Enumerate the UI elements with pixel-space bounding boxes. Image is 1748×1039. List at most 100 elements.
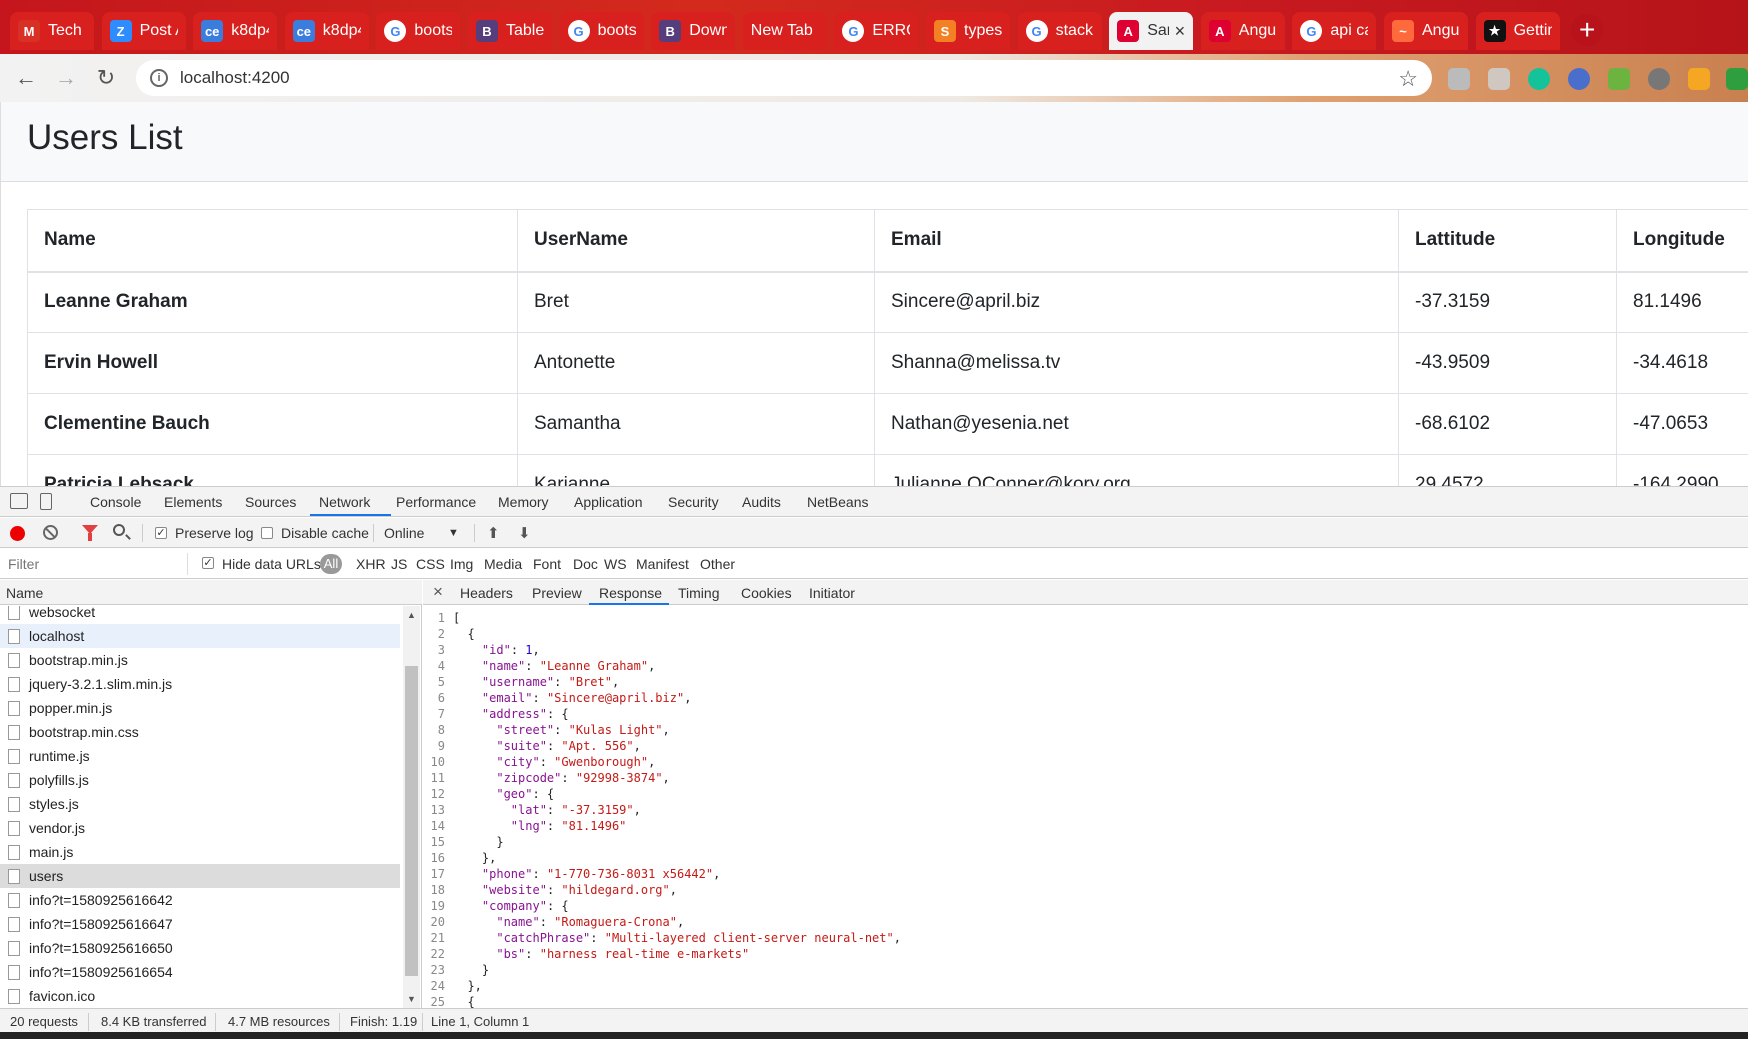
back-button[interactable]: ← — [10, 62, 42, 94]
browser-tab[interactable]: G ERROR — [834, 12, 919, 50]
browser-tab[interactable]: ce k8dp4 — [193, 12, 278, 50]
browser-tab[interactable]: Gbootst — [559, 12, 644, 50]
disable-cache-checkbox[interactable] — [261, 527, 273, 539]
filter-type-ws[interactable]: WS — [604, 556, 627, 572]
request-list-scrollbar[interactable]: ▲ ▼ — [403, 606, 420, 1008]
list-item[interactable]: popper.min.js — [0, 696, 400, 720]
list-item[interactable]: bootstrap.min.css — [0, 720, 400, 744]
detail-tab-timing[interactable]: Timing — [678, 585, 720, 601]
hide-data-urls-checkbox[interactable]: ✓ — [202, 557, 214, 569]
filter-type-manifest[interactable]: Manifest — [636, 556, 689, 572]
devtools-tab-performance[interactable]: Performance — [396, 494, 476, 510]
filter-type-media[interactable]: Media — [484, 556, 522, 572]
filter-type-xhr[interactable]: XHR — [356, 556, 386, 572]
detail-tab-headers[interactable]: Headers — [460, 585, 513, 601]
list-item[interactable]: websocket — [0, 606, 400, 624]
browser-tab[interactable]: Gstack c — [1017, 12, 1102, 50]
filter-type-all[interactable]: All — [320, 554, 342, 574]
import-har-icon[interactable]: ⬆ — [487, 524, 500, 542]
scroll-down-icon[interactable]: ▼ — [407, 994, 416, 1004]
close-icon[interactable]: × — [433, 582, 443, 602]
chevron-down-icon[interactable]: ▼ — [448, 527, 459, 539]
browser-tab[interactable]: B Tables — [468, 12, 552, 50]
browser-tab[interactable]: ~ Angula — [1384, 12, 1468, 50]
search-icon[interactable] — [113, 524, 125, 536]
throttle-select[interactable]: Online — [384, 525, 424, 541]
filter-input[interactable] — [2, 553, 188, 575]
filter-type-font[interactable]: Font — [533, 556, 561, 572]
devtools-tab-security[interactable]: Security — [668, 494, 719, 510]
preserve-log-checkbox[interactable]: ✓ — [155, 527, 167, 539]
bookmark-star-icon[interactable]: ☆ — [1398, 66, 1418, 92]
detail-tab-cookies[interactable]: Cookies — [741, 585, 792, 601]
reload-button[interactable]: ↻ — [90, 62, 122, 94]
filter-type-img[interactable]: Img — [450, 556, 473, 572]
list-item[interactable]: localhost — [0, 624, 400, 648]
list-item[interactable]: main.js — [0, 840, 400, 864]
extension-note-icon[interactable] — [1688, 68, 1710, 90]
scroll-up-icon[interactable]: ▲ — [407, 610, 416, 620]
filter-type-css[interactable]: CSS — [416, 556, 445, 572]
list-item[interactable]: runtime.js — [0, 744, 400, 768]
list-item[interactable]: polyfills.js — [0, 768, 400, 792]
devtools-tab-application[interactable]: Application — [574, 494, 643, 510]
line-source: "catchPhrase": "Multi-layered client-ser… — [496, 931, 901, 945]
extension-record-icon[interactable] — [1648, 68, 1670, 90]
browser-tab[interactable]: Gapi call — [1292, 12, 1377, 50]
detail-tab-initiator[interactable]: Initiator — [809, 585, 855, 601]
devtools-tab-sources[interactable]: Sources — [245, 494, 296, 510]
browser-tab[interactable]: Z Post A — [101, 12, 186, 50]
request-detail: × Headers Preview Response Timing Cookies Ini… — [423, 580, 1748, 1008]
inspect-element-icon[interactable] — [10, 493, 28, 509]
grammarly-icon[interactable] — [1528, 68, 1550, 90]
record-icon[interactable] — [10, 526, 25, 541]
devtools-tab-audits[interactable]: Audits — [742, 494, 781, 510]
list-item[interactable]: styles.js — [0, 792, 400, 816]
devtools-tab-network[interactable]: Network — [319, 494, 370, 510]
list-item[interactable]: favicon.ico — [0, 984, 400, 1008]
browser-tab[interactable]: New Tab — [742, 12, 827, 50]
detail-tab-response[interactable]: Response — [599, 585, 662, 601]
cors-extension-icon[interactable] — [1726, 68, 1748, 90]
browser-tab[interactable]: Stypesc — [926, 12, 1010, 50]
list-item[interactable]: jquery-3.2.1.slim.min.js — [0, 672, 400, 696]
extension-puzzle-icon[interactable] — [1488, 68, 1510, 90]
extension-cube-icon[interactable] — [1448, 68, 1470, 90]
forward-button[interactable]: → — [50, 62, 82, 94]
extension-shield-icon[interactable] — [1608, 68, 1630, 90]
list-item[interactable]: info?t=1580925616654 — [0, 960, 400, 984]
name-column-header[interactable]: Name — [0, 580, 422, 605]
filter-icon[interactable] — [82, 525, 98, 541]
devtools-tab-elements[interactable]: Elements — [164, 494, 222, 510]
new-tab-button[interactable]: + — [1571, 14, 1604, 46]
filter-type-other[interactable]: Other — [700, 556, 735, 572]
list-item[interactable]: info?t=1580925616642 — [0, 888, 400, 912]
detail-tab-preview[interactable]: Preview — [532, 585, 582, 601]
devtools-tab-netbeans[interactable]: NetBeans — [807, 494, 868, 510]
devtools-tab-console[interactable]: Console — [90, 494, 141, 510]
list-item[interactable]: info?t=1580925616650 — [0, 936, 400, 960]
browser-tab[interactable]: M Tech D — [10, 12, 94, 50]
devtools-tab-memory[interactable]: Memory — [498, 494, 549, 510]
address-bar[interactable]: i localhost:4200 ☆ — [136, 60, 1432, 96]
browser-tab-active[interactable]: A Sar× — [1109, 12, 1194, 50]
scroll-thumb[interactable] — [405, 666, 418, 976]
filter-type-doc[interactable]: Doc — [573, 556, 598, 572]
browser-tab[interactable]: ★ Gettin — [1475, 12, 1560, 50]
extension-circle-icon[interactable] — [1568, 68, 1590, 90]
list-item[interactable]: vendor.js — [0, 816, 400, 840]
browser-tab[interactable]: Gbootst — [376, 12, 461, 50]
list-item[interactable]: users — [0, 864, 400, 888]
browser-tab[interactable]: A Angula — [1200, 12, 1285, 50]
close-tab-icon[interactable]: × — [1169, 21, 1186, 42]
filter-type-js[interactable]: JS — [391, 556, 407, 572]
info-icon[interactable]: i — [150, 69, 168, 87]
device-toggle-icon[interactable] — [40, 493, 52, 510]
clear-icon[interactable] — [43, 525, 58, 540]
list-item[interactable]: info?t=1580925616647 — [0, 912, 400, 936]
browser-tab[interactable]: B Downl — [651, 12, 736, 50]
export-har-icon[interactable]: ⬇ — [518, 524, 531, 542]
list-item[interactable]: bootstrap.min.js — [0, 648, 400, 672]
browser-tab[interactable]: ce k8dp4 — [284, 12, 369, 50]
tab-title: Angula — [1238, 22, 1277, 39]
